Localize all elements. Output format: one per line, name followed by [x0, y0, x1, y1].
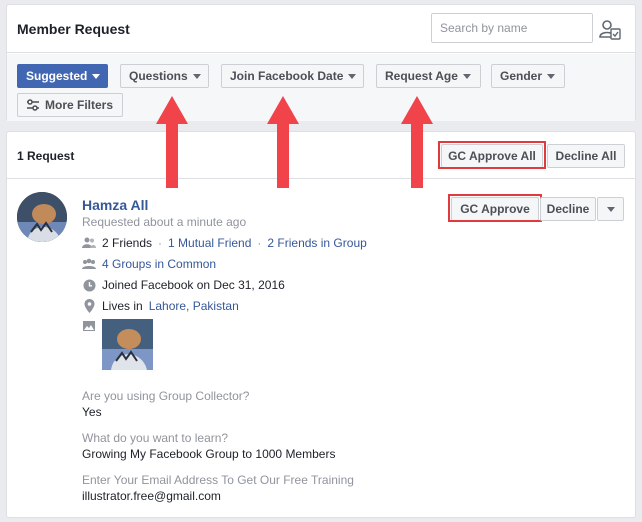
- answer-1: Yes: [82, 405, 102, 419]
- photo-image: [102, 319, 153, 370]
- filter-suggested[interactable]: Suggested: [17, 64, 108, 88]
- filter-label: Join Facebook Date: [230, 69, 344, 83]
- chevron-down-icon: [462, 73, 471, 79]
- more-options-button[interactable]: [597, 197, 624, 221]
- chevron-down-icon: [92, 73, 101, 79]
- friends-icon: [82, 236, 96, 250]
- answer-2: Growing My Facebook Group to 1000 Member…: [82, 447, 336, 461]
- mutual-friend-link[interactable]: 1 Mutual Friend: [168, 236, 251, 250]
- chevron-down-icon: [547, 73, 556, 79]
- groups-in-common-link[interactable]: 4 Groups in Common: [102, 257, 216, 271]
- filter-label: Gender: [500, 69, 543, 83]
- request-time: Requested about a minute ago: [82, 215, 247, 229]
- filter-label: More Filters: [45, 98, 114, 112]
- joined-row: Joined Facebook on Dec 31, 2016: [82, 277, 285, 293]
- avatar[interactable]: [17, 192, 67, 242]
- decline-button[interactable]: Decline: [540, 197, 596, 221]
- question-3: Enter Your Email Address To Get Our Free…: [82, 473, 354, 487]
- sliders-icon: [27, 99, 39, 111]
- chevron-down-icon: [192, 73, 201, 79]
- requests-panel: 1 Request GC Approve All Decline All Ham…: [6, 131, 636, 518]
- question-1: Are you using Group Collector?: [82, 389, 250, 403]
- member-name[interactable]: Hamza All: [82, 197, 148, 213]
- location-link[interactable]: Lahore, Pakistan: [149, 299, 239, 313]
- separator: ·: [257, 236, 262, 250]
- panel-header: Member Request Search by name: [7, 5, 635, 53]
- highlight-box: [438, 141, 546, 169]
- filter-label: Questions: [129, 69, 188, 83]
- filter-label: Request Age: [385, 69, 458, 83]
- filter-gender[interactable]: Gender: [491, 64, 565, 88]
- more-filters-button[interactable]: More Filters: [17, 93, 123, 117]
- filter-label: Suggested: [26, 69, 88, 83]
- chevron-down-icon: [606, 206, 615, 212]
- filter-questions[interactable]: Questions: [120, 64, 209, 88]
- chevron-down-icon: [348, 73, 357, 79]
- request-count: 1 Request: [17, 149, 75, 163]
- annotation-arrow-up: [267, 96, 299, 188]
- member-settings-icon[interactable]: [599, 19, 621, 41]
- friends-in-group-link[interactable]: 2 Friends in Group: [267, 236, 366, 250]
- lives-in-label: Lives in: [102, 299, 143, 313]
- question-2: What do you want to learn?: [82, 431, 229, 445]
- filter-join-facebook-date[interactable]: Join Facebook Date: [221, 64, 364, 88]
- page-title: Member Request: [17, 21, 130, 37]
- member-photo[interactable]: [102, 319, 153, 370]
- groups-row: 4 Groups in Common: [82, 256, 216, 272]
- decline-all-button[interactable]: Decline All: [547, 144, 625, 168]
- friends-count: 2 Friends: [102, 236, 153, 250]
- filter-request-age[interactable]: Request Age: [376, 64, 481, 88]
- friends-row: 2 Friends · 1 Mutual Friend · 2 Friends …: [82, 235, 367, 251]
- avatar-photo: [17, 192, 67, 242]
- groups-icon: [82, 257, 96, 271]
- annotation-arrow-up: [156, 96, 188, 188]
- divider: [7, 178, 635, 179]
- annotation-arrow-up: [401, 96, 433, 188]
- joined-date: Joined Facebook on Dec 31, 2016: [102, 278, 285, 292]
- highlight-box: [448, 194, 542, 222]
- separator: ·: [158, 236, 163, 250]
- member-request-panel: Member Request Search by name Suggested …: [6, 4, 636, 121]
- photo-icon: [83, 321, 95, 331]
- location-pin-icon: [82, 299, 96, 313]
- search-input[interactable]: Search by name: [431, 13, 593, 43]
- filter-bar: Suggested Questions Join Facebook Date R…: [7, 54, 635, 121]
- answer-3: illustrator.free@gmail.com: [82, 489, 221, 503]
- location-row: Lives in Lahore, Pakistan: [82, 298, 239, 314]
- clock-icon: [82, 278, 96, 292]
